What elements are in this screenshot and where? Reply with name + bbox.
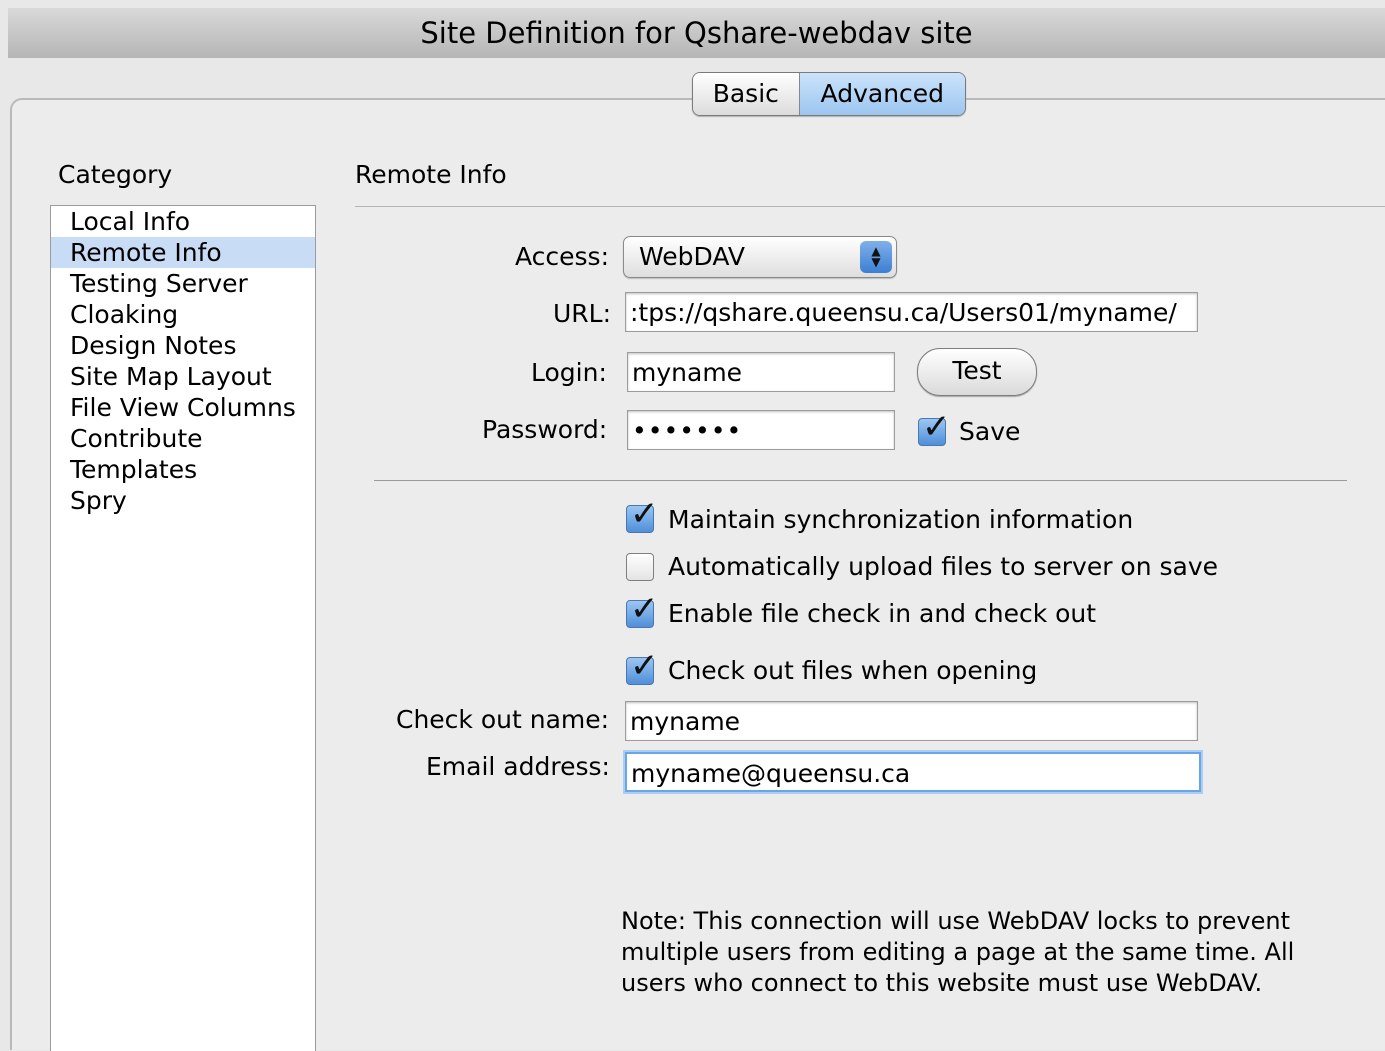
access-select[interactable]: WebDAV ▲ ▼ [623,236,897,278]
url-label: URL: [553,299,612,328]
window-title: Site Definition for Qshare-webdav site [420,16,973,50]
email-label: Email address: [426,752,610,781]
login-label: Login: [531,358,607,387]
category-item-spry[interactable]: Spry [51,485,315,516]
enable-checkin-checkbox[interactable]: ✓ [626,589,659,629]
checkout-name-input[interactable]: myname [625,701,1198,741]
checkmark-icon: ✓ [922,407,951,447]
tab-switcher: Basic Advanced [692,72,966,116]
category-item-templates[interactable]: Templates [51,454,315,485]
checkmark-icon: ✓ [630,589,659,629]
auto-upload-label: Automatically upload files to server on … [668,552,1219,581]
checkout-name-label: Check out name: [396,705,610,734]
window-titlebar: Site Definition for Qshare-webdav site [8,8,1385,59]
category-heading: Category [58,160,173,189]
select-arrows-icon: ▲ ▼ [860,241,892,273]
auto-upload-checkbox[interactable] [626,553,654,581]
access-select-value: WebDAV [639,242,745,271]
password-input[interactable]: ••••••• [627,410,895,450]
category-item-testing-server[interactable]: Testing Server [51,268,315,299]
category-item-site-map-layout[interactable]: Site Map Layout [51,361,315,392]
test-button[interactable]: Test [917,348,1037,396]
maintain-sync-checkbox[interactable]: ✓ [626,494,659,534]
access-label: Access: [515,242,610,271]
category-item-remote-info[interactable]: Remote Info [51,237,315,268]
category-item-contribute[interactable]: Contribute [51,423,315,454]
email-input[interactable]: myname@queensu.ca [625,752,1201,792]
tab-basic[interactable]: Basic [693,73,800,115]
save-password-label: Save [959,417,1021,446]
category-item-local-info[interactable]: Local Info [51,206,315,237]
password-label: Password: [482,415,608,444]
checkout-open-checkbox[interactable]: ✓ [626,646,659,686]
checkout-open-label: Check out files when opening [668,656,1038,685]
checkmark-icon: ✓ [630,646,659,686]
maintain-sync-label: Maintain synchronization information [668,505,1134,534]
webdav-note: Note: This connection will use WebDAV lo… [621,907,1295,997]
checkmark-icon: ✓ [630,494,659,534]
section-divider [355,206,1385,207]
section-title: Remote Info [355,160,507,189]
enable-checkin-label: Enable file check in and check out [668,599,1097,628]
url-input[interactable]: :tps://qshare.queensu.ca/Users01/myname/ [625,292,1198,332]
category-list: Local Info Remote Info Testing Server Cl… [50,205,316,1051]
category-item-cloaking[interactable]: Cloaking [51,299,315,330]
category-item-design-notes[interactable]: Design Notes [51,330,315,361]
options-divider [374,480,1347,481]
category-item-file-view-columns[interactable]: File View Columns [51,392,315,423]
login-input[interactable]: myname [627,352,895,392]
tab-advanced[interactable]: Advanced [799,73,965,115]
save-password-checkbox[interactable]: ✓ [918,407,951,447]
